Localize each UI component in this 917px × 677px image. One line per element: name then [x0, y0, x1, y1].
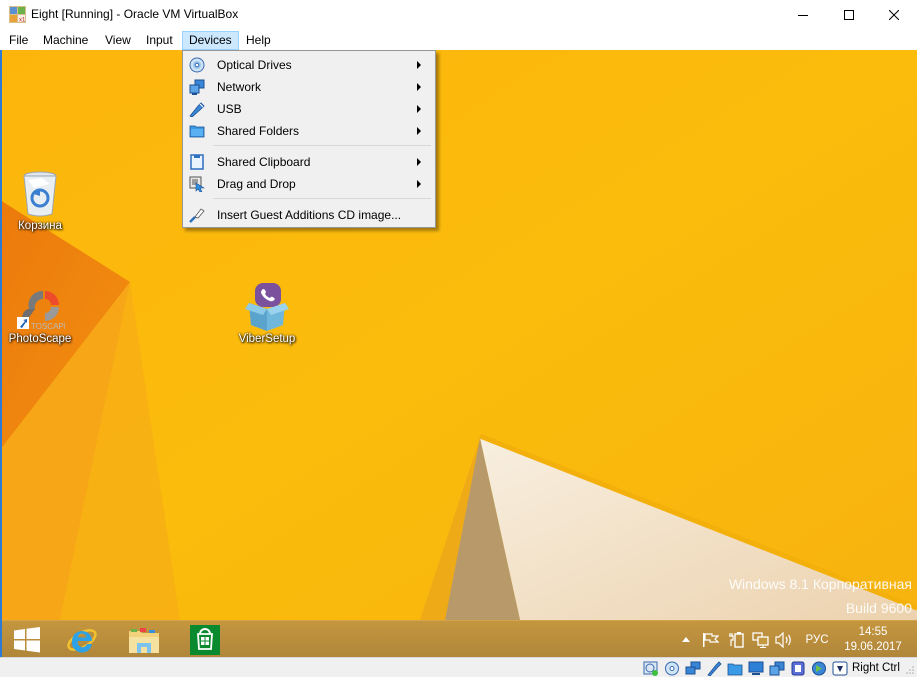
- minimize-button[interactable]: [780, 0, 826, 30]
- windows-logo-icon: [14, 626, 40, 652]
- devices-menu: Optical Drives Network USB Shared Folder…: [182, 50, 436, 228]
- menu-input[interactable]: Input: [139, 31, 180, 50]
- vm-frame-border: [0, 50, 2, 657]
- menu-item-label: Shared Folders: [217, 124, 300, 138]
- shared-folder-icon[interactable]: [727, 661, 743, 676]
- optical-drive-icon[interactable]: [664, 661, 680, 676]
- display-icon[interactable]: [748, 661, 764, 676]
- desktop-icon-viber-setup[interactable]: ViberSetup: [227, 283, 307, 345]
- menu-item-usb[interactable]: USB: [185, 98, 433, 120]
- maximize-button[interactable]: [826, 0, 872, 30]
- windows-edition-watermark: Windows 8.1 Корпоративная: [728, 576, 912, 592]
- submenu-arrow-icon: [417, 127, 421, 135]
- menu-item-optical-drives[interactable]: Optical Drives: [185, 54, 433, 76]
- menu-item-drag-and-drop[interactable]: Drag and Drop: [185, 173, 433, 195]
- taskbar-store[interactable]: [178, 621, 232, 658]
- clock-time: 14:55: [858, 626, 888, 638]
- menu-item-label: Shared Clipboard: [217, 155, 311, 169]
- menu-item-insert-guest-additions[interactable]: Insert Guest Additions CD image...: [185, 204, 433, 226]
- network-icon[interactable]: [685, 661, 701, 676]
- guest-additions-icon: [189, 208, 205, 223]
- menu-item-shared-folders[interactable]: Shared Folders: [185, 120, 433, 142]
- photoscape-icon: TOSCAPE: [17, 290, 65, 331]
- desktop-wallpaper: [0, 50, 917, 620]
- input-language-button[interactable]: РУС: [801, 621, 833, 658]
- clock-date: 19.06.2017: [844, 641, 902, 653]
- submenu-arrow-icon: [417, 158, 421, 166]
- submenu-arrow-icon: [417, 61, 421, 69]
- menu-separator: [213, 145, 431, 146]
- desktop-icon-label: ViberSetup: [238, 333, 296, 345]
- desktop-icon-label: Корзина: [18, 220, 62, 232]
- menu-item-label: Network: [217, 80, 262, 94]
- drag-drop-icon: [189, 176, 205, 192]
- close-button[interactable]: [871, 0, 917, 30]
- show-hidden-icons-button[interactable]: [678, 621, 694, 658]
- battery-plug-icon: [729, 631, 744, 648]
- menu-item-label: Drag and Drop: [217, 177, 296, 191]
- taskbar-internet-explorer[interactable]: [55, 621, 109, 658]
- menu-file[interactable]: File: [2, 31, 35, 50]
- close-icon: [889, 10, 899, 20]
- menu-item-network[interactable]: Network: [185, 76, 433, 98]
- menu-bar: File Machine View Input Devices Help: [0, 30, 917, 50]
- menu-item-label: USB: [217, 102, 242, 116]
- menu-devices[interactable]: Devices: [182, 31, 239, 50]
- clock-button[interactable]: 14:55 19.06.2017: [836, 625, 910, 655]
- menu-item-label: Optical Drives: [217, 58, 292, 72]
- input-language: РУС: [805, 633, 829, 646]
- submenu-arrow-icon: [417, 180, 421, 188]
- host-key-label: Right Ctrl: [852, 662, 900, 674]
- resize-grip-icon[interactable]: [905, 665, 915, 675]
- chevron-up-icon: [682, 637, 690, 642]
- window-title: Eight [Running] - Oracle VM VirtualBox: [31, 7, 239, 21]
- file-explorer-icon: [129, 627, 159, 653]
- store-icon: [190, 624, 220, 655]
- minimize-icon: [798, 15, 808, 16]
- menu-help[interactable]: Help: [239, 31, 278, 50]
- keyboard-capture-icon[interactable]: [832, 661, 848, 676]
- desktop-icon-recycle-bin[interactable]: Корзина: [0, 170, 80, 232]
- windows-build-watermark: Build 9600: [845, 600, 912, 616]
- svg-text:TOSCAPE: TOSCAPE: [31, 322, 65, 331]
- desktop-icon-photoscape[interactable]: TOSCAPE PhotoScape: [0, 283, 80, 345]
- submenu-arrow-icon: [417, 105, 421, 113]
- vm-status-bar: Right Ctrl: [0, 657, 917, 677]
- menu-item-label: Insert Guest Additions CD image...: [217, 208, 402, 222]
- guest-taskbar: РУС 14:55 19.06.2017: [0, 620, 917, 657]
- start-button[interactable]: [0, 621, 54, 658]
- clipboard-icon: [190, 154, 204, 170]
- menu-machine[interactable]: Machine: [36, 31, 95, 50]
- action-center-button[interactable]: [701, 621, 721, 658]
- network-status-button[interactable]: [749, 621, 771, 658]
- guest-desktop[interactable]: Корзина TOSCAPE PhotoScape ViberSetup Wi…: [0, 50, 917, 620]
- menu-item-shared-clipboard[interactable]: Shared Clipboard: [185, 151, 433, 173]
- title-bar: x1 Eight [Running] - Oracle VM VirtualBo…: [0, 0, 917, 30]
- menu-separator: [213, 198, 431, 199]
- virtualbox-app-icon: x1: [9, 6, 26, 23]
- cpu-icon[interactable]: [790, 661, 806, 676]
- video-capture-icon[interactable]: [769, 661, 785, 676]
- maximize-icon: [844, 10, 854, 20]
- usb-icon: [189, 102, 205, 117]
- desktop-icon-label: PhotoScape: [8, 333, 72, 345]
- svg-text:x1: x1: [19, 18, 26, 24]
- volume-button[interactable]: [773, 621, 795, 658]
- network-icon: [189, 79, 205, 95]
- taskbar-file-explorer[interactable]: [117, 621, 171, 658]
- shared-folder-icon: [189, 125, 205, 138]
- menu-view[interactable]: View: [98, 31, 138, 50]
- internet-explorer-icon: [67, 628, 97, 653]
- submenu-arrow-icon: [417, 83, 421, 91]
- network-icon: [751, 631, 769, 648]
- hard-disk-icon[interactable]: [643, 661, 659, 676]
- mouse-integration-icon[interactable]: [811, 661, 827, 676]
- power-status-button[interactable]: [725, 621, 747, 658]
- viber-setup-icon: [245, 283, 289, 331]
- usb-icon[interactable]: [706, 661, 722, 676]
- flag-icon: [703, 632, 719, 647]
- recycle-bin-icon: [23, 171, 57, 217]
- speaker-icon: [775, 631, 791, 648]
- optical-drive-icon: [189, 57, 205, 73]
